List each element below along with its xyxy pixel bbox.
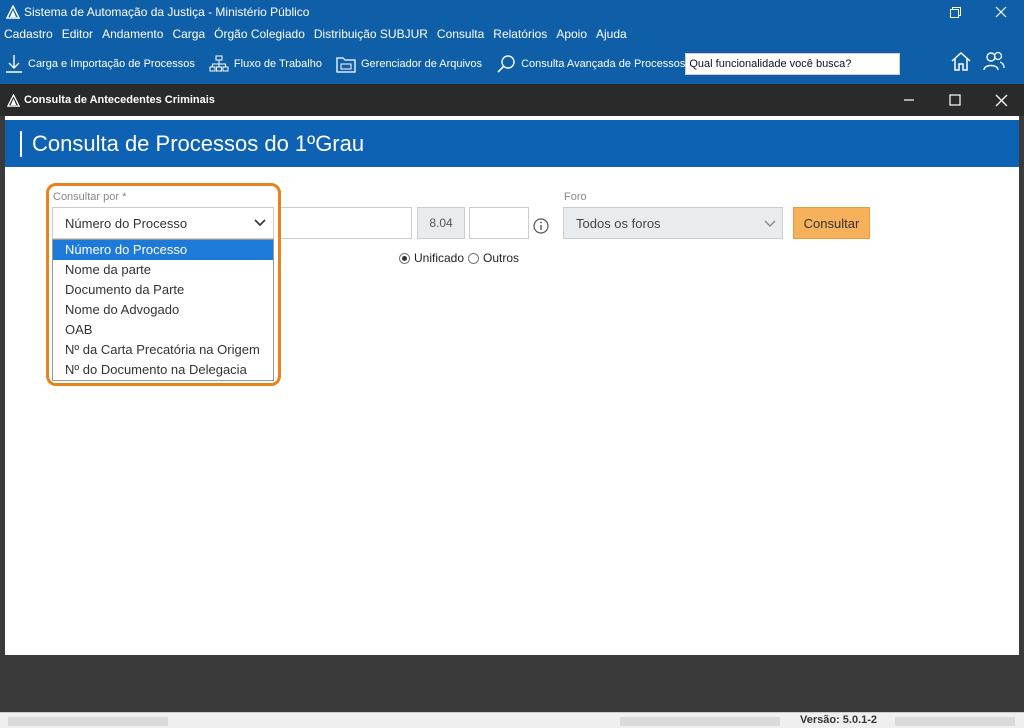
status-blurred-field <box>8 717 168 726</box>
users-icon[interactable] <box>982 50 1006 72</box>
menu-apoio[interactable]: Apoio <box>556 27 587 41</box>
subwindow-frame: Consulta de Processos do 1ºGrau Consulta… <box>0 116 1024 712</box>
header-divider <box>20 130 22 157</box>
close-subwindow-button[interactable] <box>978 84 1024 116</box>
toolbar: Carga e Importação de Processos Fluxo de… <box>0 44 1024 84</box>
foro-label: Foro <box>564 191 587 203</box>
toolbar-consulta-avancada[interactable]: Consulta Avançada de Processos <box>496 54 685 74</box>
process-number-input[interactable] <box>279 207 412 239</box>
advanced-search-icon <box>497 55 515 73</box>
menu-orgao-colegiado[interactable]: Órgão Colegiado <box>214 27 305 41</box>
radio-unificado-label: Unificado <box>414 251 465 265</box>
file-manager-icon <box>336 57 356 73</box>
workflow-icon <box>209 55 229 72</box>
radio-outros-label: Outros <box>483 251 520 265</box>
consultar-por-value: Número do Processo <box>65 215 188 231</box>
maximize-button[interactable] <box>932 84 978 116</box>
consultar-button[interactable]: Consultar <box>793 207 870 239</box>
foro-value: Todos os foros <box>576 215 661 231</box>
toolbar-gerenciador-arquivos[interactable]: Gerenciador de Arquivos <box>336 55 482 73</box>
menu-consulta[interactable]: Consulta <box>437 27 484 41</box>
status-bar: Versão: 5.0.1-2 <box>0 712 1024 728</box>
close-icon <box>995 6 1007 18</box>
chevron-down-icon <box>764 220 776 227</box>
consultar-por-select[interactable]: Número do Processo <box>52 207 274 239</box>
consultar-por-label: Consultar por * <box>53 191 127 203</box>
process-number-segment: 8.04 <box>417 207 465 239</box>
restore-icon <box>949 6 961 18</box>
restore-button[interactable] <box>932 0 978 24</box>
dropdown-option[interactable]: Nº do Documento na Delegacia <box>53 360 273 380</box>
app-titlebar: Sistema de Automação da Justiça - Minist… <box>0 0 1024 24</box>
page-header: Consulta de Processos do 1ºGrau <box>5 120 1019 167</box>
minimize-icon <box>904 99 914 101</box>
dropdown-option[interactable]: Nº da Carta Precatória na Origem <box>53 340 273 360</box>
menu-ajuda[interactable]: Ajuda <box>596 27 627 41</box>
process-number-suffix-input[interactable] <box>469 207 529 239</box>
minimize-button[interactable] <box>886 84 932 116</box>
toolbar-fluxo-label: Fluxo de Trabalho <box>233 58 322 70</box>
menu-bar: Cadastro Editor Andamento Carga Órgão Co… <box>0 24 1024 44</box>
menu-cadastro[interactable]: Cadastro <box>4 27 53 41</box>
radio-outros[interactable] <box>468 252 480 264</box>
main-content: Consulta de Processos do 1ºGrau Consulta… <box>5 116 1019 655</box>
radio-unificado[interactable] <box>399 252 410 264</box>
download-icon <box>6 55 22 73</box>
radio-group-type: Unificado Outros <box>399 251 519 265</box>
foro-select[interactable]: Todos os foros <box>563 207 783 239</box>
subwindow-titlebar: Consulta de Antecedentes Criminais <box>0 84 1024 116</box>
toolbar-fluxo-trabalho[interactable]: Fluxo de Trabalho <box>209 55 322 73</box>
menu-editor[interactable]: Editor <box>62 27 93 41</box>
maximize-icon <box>949 94 961 106</box>
dropdown-option[interactable]: OAB <box>53 320 273 340</box>
page-title: Consulta de Processos do 1ºGrau <box>32 130 365 156</box>
subwindow-title: Consulta de Antecedentes Criminais <box>24 94 215 106</box>
toolbar-carga-label: Carga e Importação de Processos <box>28 58 195 70</box>
menu-distribuicao-subjur[interactable]: Distribuição SUBJUR <box>314 27 428 41</box>
subwindow-logo-icon <box>7 93 20 107</box>
functionality-search-input[interactable] <box>685 53 901 75</box>
toolbar-consulta-label: Consulta Avançada de Processos <box>521 58 686 70</box>
dropdown-option[interactable]: Número do Processo <box>53 240 273 260</box>
close-app-button[interactable] <box>978 0 1024 24</box>
chevron-down-icon <box>254 219 266 227</box>
status-blurred-field <box>895 717 1015 726</box>
consultar-por-dropdown: Número do Processo Nome da parte Documen… <box>52 239 274 381</box>
info-icon[interactable] <box>533 218 549 234</box>
toolbar-gerenciador-label: Gerenciador de Arquivos <box>360 58 483 70</box>
status-blurred-field <box>620 717 780 726</box>
dropdown-option[interactable]: Documento da Parte <box>53 280 273 300</box>
menu-andamento[interactable]: Andamento <box>102 27 163 41</box>
home-icon[interactable] <box>950 50 972 72</box>
close-icon <box>995 94 1007 106</box>
dropdown-option[interactable]: Nome da parte <box>53 260 273 280</box>
dropdown-option[interactable]: Nome do Advogado <box>53 300 273 320</box>
menu-carga[interactable]: Carga <box>172 27 205 41</box>
version-label: Versão: 5.0.1-2 <box>800 714 878 726</box>
app-title: Sistema de Automação da Justiça - Minist… <box>24 5 310 19</box>
app-logo-icon <box>6 5 20 19</box>
toolbar-carga-importacao[interactable]: Carga e Importação de Processos <box>5 54 195 74</box>
menu-relatorios[interactable]: Relatórios <box>493 27 547 41</box>
